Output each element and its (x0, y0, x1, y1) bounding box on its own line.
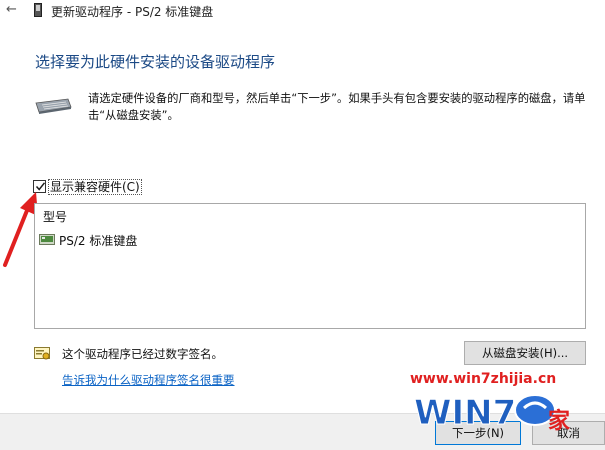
have-disk-button[interactable]: 从磁盘安装(H)... (464, 341, 586, 365)
model-listbox[interactable]: 型号 PS/2 标准键盘 (34, 203, 586, 329)
checkbox-label[interactable]: 显示兼容硬件(C) (48, 179, 142, 195)
list-header-model: 型号 (43, 210, 68, 224)
watermark-logo: WIN7 家 (414, 393, 572, 434)
title-bar: ← 更新驱动程序 - PS/2 标准键盘 (0, 0, 605, 22)
window-title: 更新驱动程序 - PS/2 标准键盘 (51, 5, 214, 19)
page-heading: 选择要为此硬件安装的设备驱动程序 (35, 53, 276, 71)
instructions-text: 请选定硬件设备的厂商和型号，然后单击“下一步”。如果手头有包含要安装的驱动程序的… (88, 92, 586, 122)
signed-driver-icon (34, 347, 50, 360)
keyboard-device-icon (39, 234, 55, 245)
list-item-label: PS/2 标准键盘 (59, 234, 138, 248)
signature-status-text: 这个驱动程序已经过数字签名。 (62, 347, 223, 361)
device-icon (34, 3, 42, 17)
back-arrow-icon[interactable]: ← (6, 2, 17, 17)
keyboard-icon (35, 98, 72, 114)
signature-help-link[interactable]: 告诉我为什么驱动程序签名很重要 (62, 372, 235, 388)
svg-text:WIN7: WIN7 (414, 393, 516, 433)
watermark-url: www.win7zhijia.cn (410, 371, 557, 387)
svg-text:家: 家 (548, 408, 571, 433)
